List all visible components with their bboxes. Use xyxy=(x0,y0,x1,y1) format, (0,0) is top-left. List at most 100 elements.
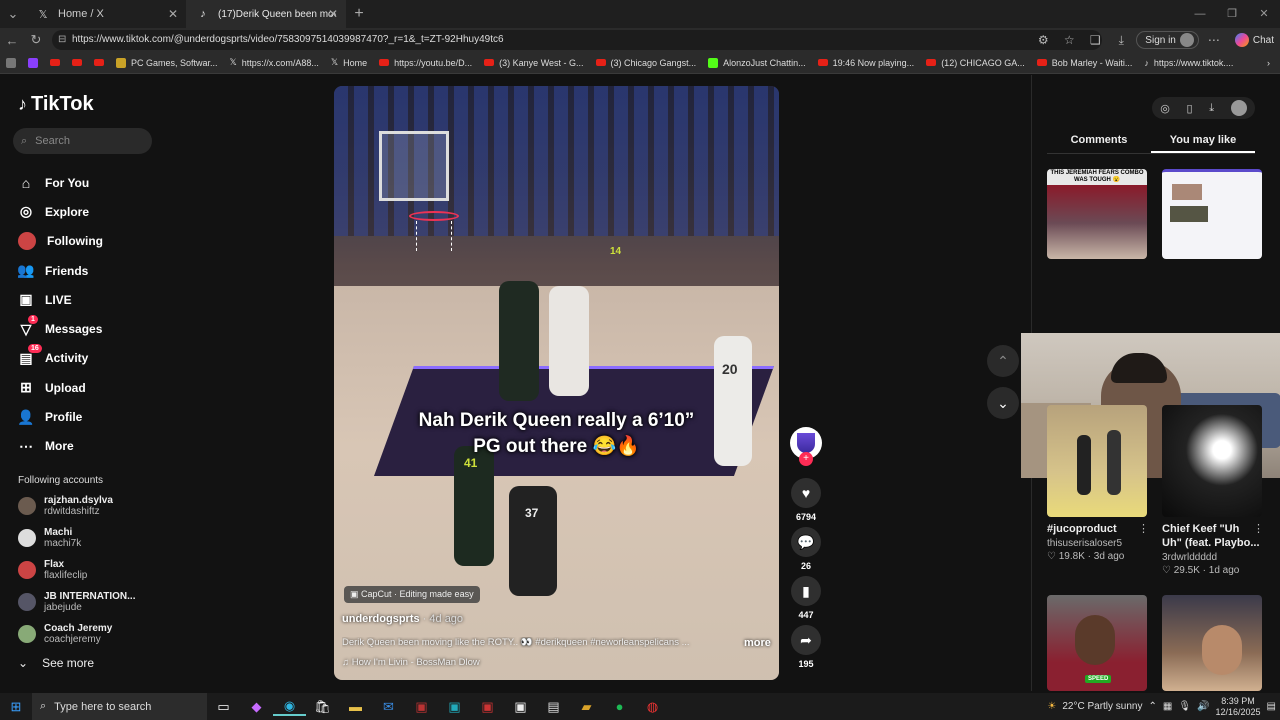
download-icon[interactable]: ⤓ xyxy=(1209,102,1214,115)
follow-plus-icon[interactable]: + xyxy=(799,452,813,466)
notifications-icon[interactable]: ▤ xyxy=(1267,701,1276,712)
tab-you-may-like[interactable]: You may like xyxy=(1151,130,1255,153)
bookmark-folder-icon[interactable] xyxy=(0,52,22,73)
new-tab-icon[interactable]: + xyxy=(346,5,372,23)
save-button[interactable]: ▮ 447 xyxy=(789,576,823,622)
sidebar-item-explore[interactable]: ◎ Explore xyxy=(18,197,158,226)
sidebar-item-upload[interactable]: ⊞ Upload xyxy=(18,373,158,402)
bookmark-item[interactable]: (3) Chicago Gangst... xyxy=(590,52,703,73)
recommended-thumbnail[interactable] xyxy=(1162,405,1262,517)
address-bar[interactable]: ⊟ https://www.tiktok.com/@underdogsprts/… xyxy=(52,30,1102,50)
bookmark-item[interactable]: 𝕏 Home xyxy=(325,52,373,73)
tab-comments[interactable]: Comments xyxy=(1047,130,1151,153)
sidebar-item-profile[interactable]: 👤 Profile xyxy=(17,402,158,431)
favorites-icon[interactable]: ☆ xyxy=(1058,33,1080,47)
item-options-icon[interactable]: ⋮ xyxy=(1253,522,1264,535)
bookmark-icon-only[interactable] xyxy=(22,52,44,73)
bookmark-youtube-icon[interactable] xyxy=(44,52,66,73)
tab-list-chevron-icon[interactable]: ⌄ xyxy=(0,6,26,22)
following-account[interactable]: JB INTERNATION... jabejude xyxy=(18,587,158,617)
recommended-thumbnail[interactable] xyxy=(1162,595,1262,691)
app-icon[interactable]: ▣ xyxy=(471,699,504,715)
app-icon[interactable]: ▰ xyxy=(570,699,603,715)
maximize-icon[interactable]: ❐ xyxy=(1216,0,1248,28)
bookmark-item[interactable]: ♪ https://www.tiktok.... xyxy=(1138,52,1239,73)
sidebar-item-messages[interactable]: ▽ 1 Messages xyxy=(18,314,158,343)
refresh-icon[interactable]: ↻ xyxy=(24,32,48,48)
bookmark-youtube-icon[interactable] xyxy=(88,52,110,73)
clock[interactable]: 8:39 PM 12/16/2025 xyxy=(1216,696,1261,718)
following-account[interactable]: Flax flaxlifeclip xyxy=(18,555,158,585)
weather-text[interactable]: 22°C Partly sunny xyxy=(1062,701,1142,712)
compass-icon[interactable]: ◎ xyxy=(1160,102,1170,115)
close-tab-icon[interactable]: ✕ xyxy=(168,7,178,21)
like-button[interactable]: ♥ 6794 xyxy=(789,478,823,524)
app-icon[interactable]: ▣ xyxy=(438,699,471,715)
recommended-thumbnail[interactable]: SPEED xyxy=(1047,595,1147,691)
description-more-button[interactable]: more xyxy=(744,637,771,649)
site-info-icon[interactable]: ⊟ xyxy=(58,30,66,50)
user-avatar-icon[interactable] xyxy=(1230,100,1247,116)
spotify-icon[interactable]: ● xyxy=(603,699,636,714)
app-icon[interactable]: ▣ xyxy=(504,699,537,715)
creator-avatar[interactable]: + xyxy=(790,427,822,466)
tray-overflow-icon[interactable]: ⌃ xyxy=(1149,701,1157,712)
minimize-icon[interactable]: — xyxy=(1184,0,1216,28)
back-icon[interactable]: ← xyxy=(0,33,24,48)
outlook-icon[interactable]: ✉ xyxy=(372,699,405,715)
app-icon[interactable]: ◍ xyxy=(636,699,669,715)
sidebar-item-following[interactable]: Following xyxy=(18,227,158,256)
windows-start-icon[interactable]: ⊞ xyxy=(0,699,32,715)
next-video-button[interactable]: ⌄ xyxy=(987,387,1019,419)
file-explorer-icon[interactable]: ▬ xyxy=(339,699,372,714)
volume-icon[interactable]: 🔊 xyxy=(1197,701,1209,712)
close-window-icon[interactable]: ✕ xyxy=(1248,0,1280,28)
store-icon[interactable]: 🛍 xyxy=(306,699,339,715)
recommended-thumbnail[interactable] xyxy=(1047,405,1147,517)
bookmark-item[interactable]: 𝕏https://x.com/A88... xyxy=(224,52,325,73)
network-icon[interactable]: ▦ xyxy=(1163,701,1172,712)
following-account[interactable]: Coach Jeremy coachjeremy xyxy=(18,619,158,649)
edge-browser-icon[interactable]: ◉ xyxy=(273,698,306,716)
tab-tiktok-video[interactable]: ♪ (17)Derik Queen been moving lik ✕ xyxy=(186,0,346,28)
following-account[interactable]: rajzhan.dsylva rdwitdashiftz xyxy=(18,491,158,521)
tiktok-logo[interactable]: ♪ TikTok xyxy=(18,93,94,116)
sidebar-item-more[interactable]: ⋯ More xyxy=(18,432,158,461)
sidebar-item-for-you[interactable]: ⌂ For You xyxy=(18,168,158,197)
bookmark-item[interactable]: AlonzoJust Chattin... xyxy=(702,52,812,73)
close-tab-icon[interactable]: ✕ xyxy=(328,7,338,21)
recommended-thumbnail[interactable]: THIS JEREMIAH FEARS COMBO WAS TOUGH 😮 xyxy=(1047,169,1147,259)
video-music[interactable]: ♫ How I'm Livin - BossMan Dlow xyxy=(342,657,480,668)
device-icon[interactable]: ▯ xyxy=(1187,102,1193,115)
collections-icon[interactable]: ❑ xyxy=(1084,33,1106,47)
share-button[interactable]: ➦ 195 xyxy=(789,625,823,671)
copilot-chat-button[interactable]: Chat xyxy=(1229,33,1280,47)
bookmark-item[interactable]: 19:46 Now playing... xyxy=(812,52,921,73)
video-author[interactable]: underdogsprts · 4d ago xyxy=(342,613,463,625)
capcut-badge[interactable]: ▣ CapCut · Editing made easy xyxy=(344,586,480,603)
see-more-button[interactable]: ⌄ See more xyxy=(18,656,94,670)
app-icon[interactable]: ▣ xyxy=(405,699,438,715)
bookmark-item[interactable]: (3) Kanye West - G... xyxy=(478,52,589,73)
bookmark-item[interactable]: https://youtu.be/D... xyxy=(373,52,478,73)
bookmarks-overflow-icon[interactable]: › xyxy=(1261,52,1276,73)
microphone-icon[interactable]: 🎙 xyxy=(1178,701,1191,712)
sidebar-item-activity[interactable]: ▤ 16 Activity xyxy=(18,344,158,373)
following-account[interactable]: Machi machi7k xyxy=(18,523,158,553)
item-options-icon[interactable]: ⋮ xyxy=(1138,522,1149,535)
search-input[interactable]: ⌕ Search xyxy=(13,128,152,154)
bookmark-youtube-icon[interactable] xyxy=(66,52,88,73)
recommended-item-info[interactable]: Chief Keef "Uh Uh" (feat. Playbo... 3rdw… xyxy=(1162,522,1262,576)
bookmark-item[interactable]: Bob Marley - Waiti... xyxy=(1031,52,1139,73)
recommended-item-info[interactable]: #jucoproduct thisuserisaloser5 ♡ 19.8K ·… xyxy=(1047,522,1147,562)
previous-video-button[interactable]: ⌃ xyxy=(987,345,1019,377)
video-player[interactable]: 20 37 41 14 Nah Derik Queen really a 6’1… xyxy=(334,86,779,680)
menu-dots-icon[interactable]: ⋯ xyxy=(1203,33,1225,47)
task-view-icon[interactable]: ▭ xyxy=(207,699,240,715)
recommended-thumbnail[interactable] xyxy=(1162,169,1262,259)
sidebar-item-friends[interactable]: 👥 Friends xyxy=(17,256,158,285)
copilot-icon[interactable]: ◆ xyxy=(240,699,273,715)
bookmark-item[interactable]: PC Games, Softwar... xyxy=(110,52,224,73)
bookmark-item[interactable]: (12) CHICAGO GA... xyxy=(920,52,1031,73)
tab-home-x[interactable]: 𝕏 Home / X ✕ xyxy=(26,0,186,28)
